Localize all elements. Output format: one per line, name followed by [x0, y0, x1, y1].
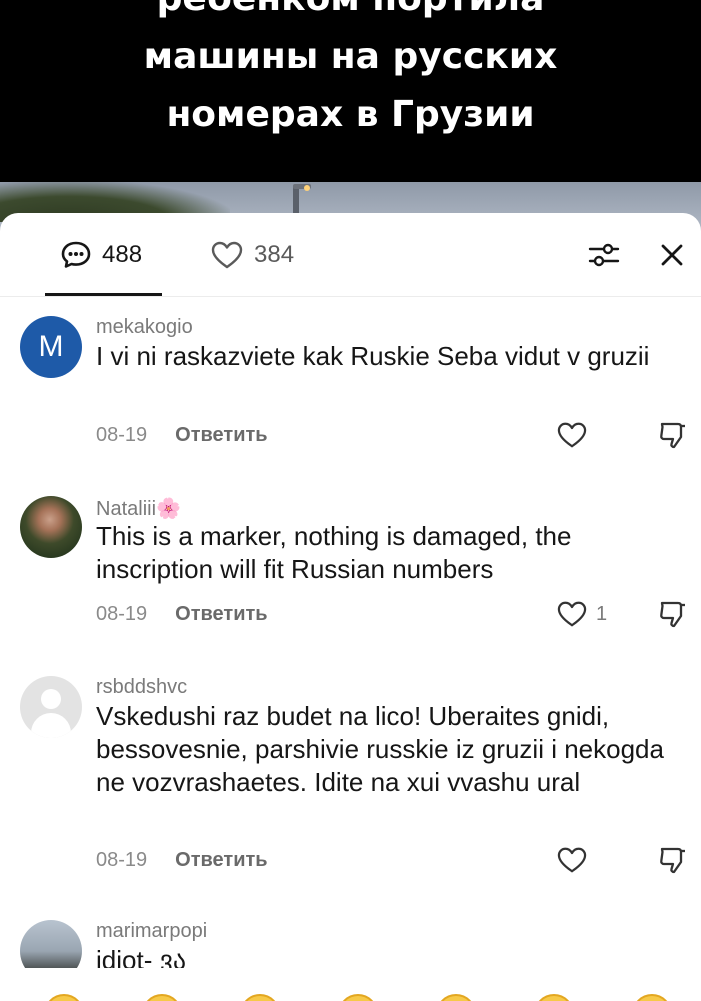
default-avatar-head — [41, 689, 61, 709]
comments-header: 488 384 — [0, 213, 701, 297]
comment-meta: 08-19 Ответить — [96, 424, 268, 448]
emoji-bar — [0, 968, 701, 1001]
street-lamp-light — [304, 185, 310, 191]
tab-comments[interactable]: 488 — [60, 237, 142, 273]
comment-username[interactable]: Nataliii🌸 — [96, 496, 181, 521]
filter-sliders-icon — [588, 243, 620, 267]
comment-like-button[interactable]: 1 — [556, 599, 607, 629]
comment-date: 08-19 — [96, 603, 148, 625]
tab-likes[interactable]: 384 — [210, 237, 294, 273]
video-player[interactable]: ребенком портила машины на русских номер… — [0, 0, 701, 240]
street-lamp — [293, 186, 299, 216]
comment-text: Vskedushi raz budet na lico! Uberaites g… — [96, 701, 664, 797]
video-caption-line: машины на русских — [143, 36, 558, 77]
heart-icon — [557, 601, 587, 627]
comment-date: 08-19 — [96, 424, 148, 446]
comment-like-button[interactable] — [556, 420, 588, 450]
comment-text: This is a marker, nothing is damaged, th… — [96, 521, 572, 584]
reply-button[interactable]: Ответить — [175, 849, 267, 873]
comment-dislike-button[interactable] — [656, 599, 688, 629]
heart-icon — [557, 422, 587, 448]
emoji-icon[interactable] — [436, 994, 476, 1001]
emoji-icon[interactable] — [338, 994, 378, 1001]
comment-date: 08-19 — [96, 849, 148, 871]
comment-bubble-icon — [61, 241, 91, 268]
dislike-icon — [660, 422, 685, 449]
close-icon — [661, 244, 683, 266]
video-caption-line: номерах в Грузии — [166, 94, 535, 135]
video-caption-line: ребенком портила — [0, 0, 701, 28]
comment-like-count: 1 — [596, 602, 608, 625]
emoji-icon[interactable] — [44, 994, 84, 1001]
emoji-icon[interactable] — [534, 994, 574, 1001]
comments-count: 488 — [102, 241, 143, 268]
active-tab-indicator — [45, 293, 162, 296]
comment-text: I vi ni raskazviete kak Ruskie Seba vidu… — [96, 341, 650, 371]
avatar-letter: M — [38, 330, 64, 363]
reply-button[interactable]: Ответить — [175, 424, 267, 448]
close-button[interactable] — [656, 239, 688, 271]
dislike-icon — [660, 601, 685, 628]
heart-icon — [211, 241, 243, 269]
default-avatar-body — [31, 713, 71, 738]
dislike-icon — [660, 847, 685, 874]
comment-dislike-button[interactable] — [656, 420, 688, 450]
emoji-icon[interactable] — [632, 994, 672, 1001]
comment-like-button[interactable] — [556, 845, 588, 875]
likes-count: 384 — [254, 241, 295, 268]
comment-username[interactable]: rsbddshvc — [96, 676, 187, 699]
avatar[interactable] — [20, 496, 82, 558]
comments-sheet: 488 384 M mekakogio I vi ni raskazviete … — [0, 213, 701, 1001]
heart-icon — [557, 847, 587, 873]
comment-meta: 08-19 Ответить — [96, 603, 268, 627]
comment-username[interactable]: mekakogio — [96, 316, 193, 339]
emoji-icon[interactable] — [142, 994, 182, 1001]
avatar[interactable]: M — [20, 316, 82, 378]
comment-username[interactable]: marimarpopi — [96, 920, 207, 943]
avatar[interactable] — [20, 676, 82, 738]
reply-button[interactable]: Ответить — [175, 603, 267, 627]
comment-dislike-button[interactable] — [656, 845, 688, 875]
video-caption: ребенком портила машины на русских номер… — [0, 0, 701, 144]
comment-meta: 08-19 Ответить — [96, 849, 268, 873]
emoji-icon[interactable] — [240, 994, 280, 1001]
filter-button[interactable] — [586, 239, 622, 271]
